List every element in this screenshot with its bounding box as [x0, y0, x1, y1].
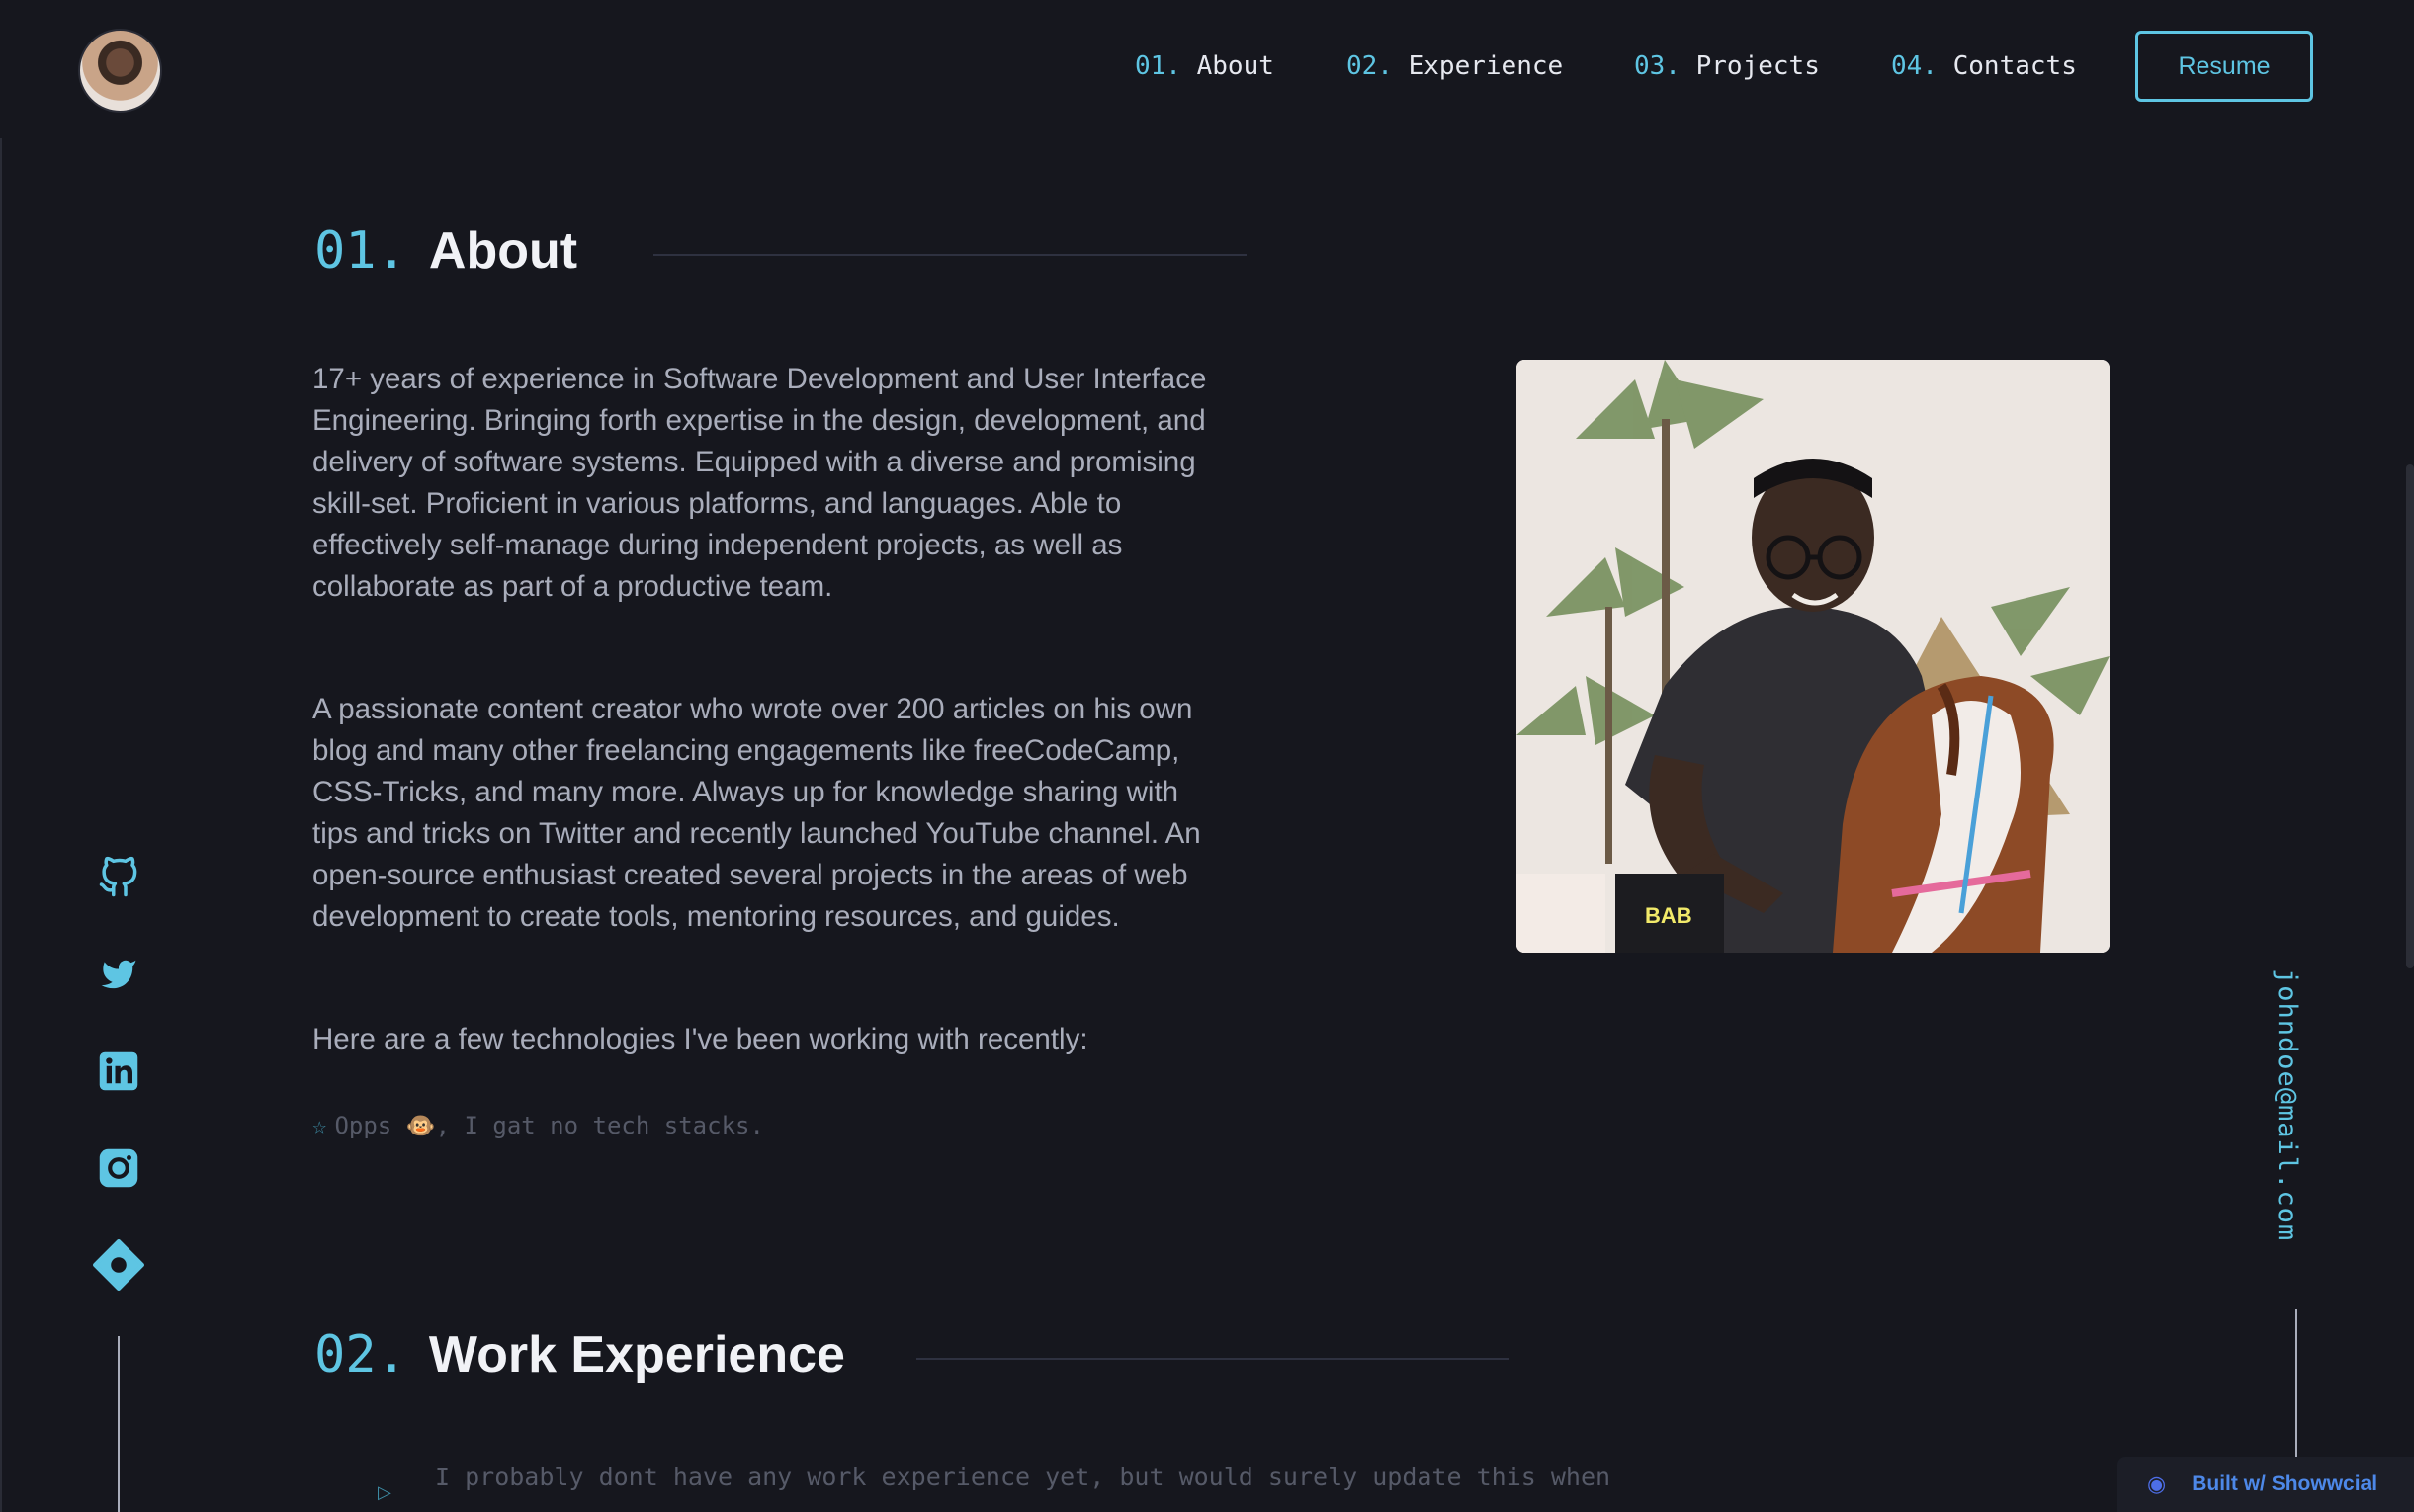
about-paragraph-3: Here are a few technologies I've been wo… [312, 1023, 1088, 1055]
about-heading: 01. About [314, 221, 577, 281]
profile-photo: BAB [1516, 360, 2110, 953]
nav-experience-number: 02. [1346, 51, 1393, 81]
nav-about-number: 01. [1135, 51, 1181, 81]
svg-text:BAB: BAB [1645, 903, 1692, 928]
avatar[interactable] [78, 29, 162, 113]
nav-experience[interactable]: 02. Experience [1346, 51, 1563, 81]
about-heading-number: 01. [314, 221, 407, 281]
page-scrollbar[interactable] [2406, 464, 2414, 968]
nav-projects-number: 03. [1634, 51, 1681, 81]
built-with-badge[interactable]: ◉ Built w/ Showwcial [2117, 1457, 2414, 1512]
star-icon: ☆ [312, 1112, 327, 1139]
nav-contacts-number: 04. [1891, 51, 1938, 81]
top-navbar: 01. About 02. Experience 03. Projects 04… [0, 0, 2414, 138]
tech-stack-note-text: Opps 🐵, I gat no tech stacks. [334, 1112, 764, 1139]
nav-projects[interactable]: 03. Projects [1634, 51, 1820, 81]
nav-experience-label: Experience [1408, 51, 1564, 81]
nav-about[interactable]: 01. About [1135, 51, 1274, 81]
experience-heading-title: Work Experience [428, 1326, 845, 1384]
resume-button[interactable]: Resume [2135, 31, 2313, 102]
experience-heading-number: 02. [314, 1325, 407, 1385]
nav-about-label: About [1196, 51, 1274, 81]
about-heading-title: About [428, 222, 578, 280]
github-icon[interactable] [91, 850, 146, 905]
showwcase-bot-icon: ◉ [2147, 1471, 2167, 1496]
triangle-right-icon: ▷ [378, 1482, 391, 1502]
work-experience-note: I probably dont have any work experience… [435, 1463, 1611, 1491]
email-link[interactable]: johndoe@mail.com [2272, 968, 2302, 1241]
instagram-icon[interactable] [91, 1140, 146, 1196]
nav-contacts[interactable]: 04. Contacts [1891, 51, 2077, 81]
experience-heading-divider [916, 1358, 1509, 1360]
window-edge [0, 0, 2, 1512]
hashnode-icon[interactable] [91, 1237, 146, 1293]
built-with-label: Built w/ Showwcial [2192, 1472, 2378, 1495]
experience-heading: 02. Work Experience [314, 1325, 845, 1385]
nav-projects-label: Projects [1695, 51, 1820, 81]
twitter-icon[interactable] [91, 947, 146, 1002]
linkedin-icon[interactable] [91, 1044, 146, 1099]
about-paragraph-2: A passionate content creator who wrote o… [312, 693, 1201, 933]
tech-stack-empty-note: ☆ Opps 🐵, I gat no tech stacks. [312, 1112, 764, 1139]
profile-photo-illustration: BAB [1516, 360, 2110, 953]
left-sidebar-line [118, 1336, 120, 1512]
about-heading-divider [653, 254, 1247, 256]
about-paragraph-1: 17+ years of experience in Software Deve… [312, 363, 1207, 603]
nav-contacts-label: Contacts [1952, 51, 2077, 81]
